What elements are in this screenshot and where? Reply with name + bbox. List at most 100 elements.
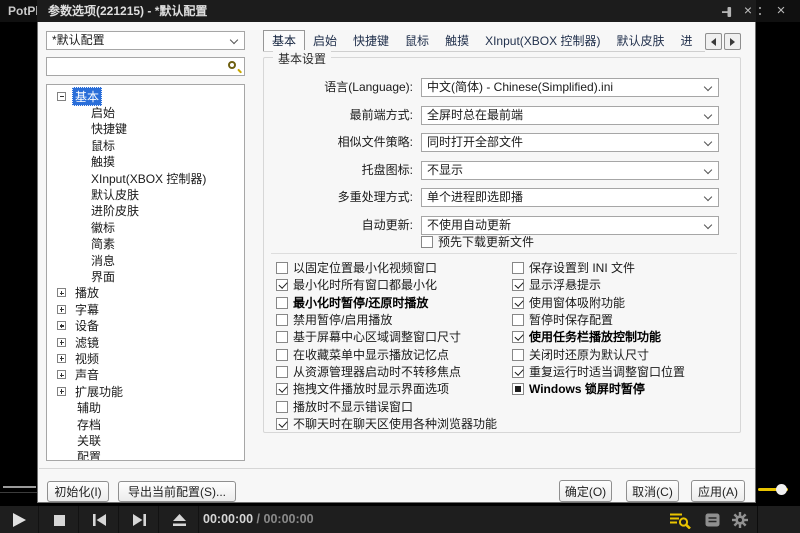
tab-basic[interactable]: 基本	[263, 30, 305, 52]
next-button[interactable]	[130, 514, 148, 526]
checkbox-item[interactable]: 显示浮悬提示	[512, 277, 601, 292]
checkbox-item[interactable]: 禁用暂停/启用播放	[276, 312, 392, 327]
field-label: 最前端方式:	[265, 106, 413, 125]
expand-icon[interactable]	[57, 370, 66, 379]
export-config-button[interactable]: 导出当前配置(S)...	[118, 481, 236, 502]
checkbox-item[interactable]: 重复运行时适当调整窗口位置	[512, 364, 685, 379]
expand-icon[interactable]	[57, 305, 66, 314]
checkbox-item[interactable]: 保存设置到 INI 文件	[512, 260, 635, 275]
apply-button[interactable]: 应用(A)	[691, 480, 745, 502]
settings-searchbox[interactable]	[46, 57, 245, 76]
checkbox-icon	[512, 314, 524, 326]
language-select[interactable]: 中文(简体) - Chinese(Simplified).ini	[421, 78, 719, 97]
cancel-button[interactable]: 取消(C)	[626, 480, 679, 502]
tree-item[interactable]: 启始	[47, 104, 244, 120]
checkbox-item[interactable]: 播放时不显示错误窗口	[276, 399, 413, 414]
pin-icon[interactable]	[721, 5, 733, 17]
tree-item[interactable]: 滤镜	[47, 334, 244, 350]
search-input[interactable]	[49, 59, 224, 74]
checkbox-predownload-update[interactable]: 预先下载更新文件	[421, 234, 534, 249]
tree-item[interactable]: 扩展功能	[47, 383, 244, 399]
eject-button[interactable]	[170, 514, 188, 526]
tab-truncated[interactable]: 进	[672, 31, 700, 51]
tree-item[interactable]: 触摸	[47, 154, 244, 170]
settings-button[interactable]	[731, 512, 749, 528]
tree-item[interactable]: XInput(XBOX 控制器)	[47, 170, 244, 186]
tree-item[interactable]: 简素	[47, 236, 244, 252]
checkbox-item[interactable]: 以固定位置最小化视频窗口	[276, 260, 437, 275]
tree-item[interactable]: 徽标	[47, 219, 244, 235]
field-label: 托盘图标:	[265, 161, 413, 180]
checkbox-label: 预先下载更新文件	[438, 233, 534, 250]
checkbox-icon	[276, 401, 288, 413]
checkbox-item[interactable]: 暂停时保存配置	[512, 312, 613, 327]
tree-item[interactable]: 设备	[47, 317, 244, 333]
checkbox-item[interactable]: 最小化时暂停/还原时播放	[276, 295, 428, 310]
search-icon[interactable]	[228, 61, 236, 69]
tree-item[interactable]: 播放	[47, 285, 244, 301]
tab-scroll-right-button[interactable]	[724, 33, 741, 50]
main-close-button[interactable]: ×	[770, 0, 792, 22]
dialog-titlebar[interactable]: 参数选项(221215) - *默认配置 ×	[37, 0, 756, 22]
playlist-search-button[interactable]	[669, 512, 691, 528]
tab-default-skin[interactable]: 默认皮肤	[608, 31, 672, 51]
tree-item[interactable]: 视频	[47, 350, 244, 366]
tree-item[interactable]: 字幕	[47, 301, 244, 317]
checkbox-item[interactable]: 从资源管理器启动时不转移焦点	[276, 364, 461, 379]
tree-item[interactable]: 消息	[47, 252, 244, 268]
initialize-button[interactable]: 初始化(I)	[47, 481, 109, 502]
tree-item[interactable]: 基本	[47, 88, 244, 104]
tree-item[interactable]: 默认皮肤	[47, 186, 244, 202]
previous-button[interactable]	[90, 514, 108, 526]
multi-instance-select[interactable]: 单个进程即选即播	[421, 188, 719, 207]
checkbox-item[interactable]: 基于屏幕中心区域调整窗口尺寸	[276, 329, 461, 344]
volume-slider-knob[interactable]	[776, 484, 787, 495]
expand-icon[interactable]	[57, 288, 66, 297]
expand-icon[interactable]	[57, 338, 66, 347]
field-label: 相似文件策略:	[265, 133, 413, 152]
checkbox-item[interactable]: 拖拽文件播放时显示界面选项	[276, 381, 449, 396]
tab-startup[interactable]: 启始	[305, 31, 345, 51]
topmost-select[interactable]: 全屏时总在最前端	[421, 106, 719, 125]
tree-item[interactable]: 进阶皮肤	[47, 203, 244, 219]
similar-files-select[interactable]: 同时打开全部文件	[421, 133, 719, 152]
tab-touch[interactable]: 触摸	[437, 31, 477, 51]
expand-icon[interactable]	[57, 354, 66, 363]
dialog-close-button[interactable]: ×	[739, 0, 757, 22]
tree-item[interactable]: 声音	[47, 367, 244, 383]
checkbox-item[interactable]: 在收藏菜单中显示播放记忆点	[276, 347, 449, 362]
expand-icon[interactable]	[57, 387, 66, 396]
tree-item[interactable]: 界面	[47, 268, 244, 284]
gear-icon	[732, 512, 748, 528]
expand-icon[interactable]	[57, 321, 66, 330]
tree-item[interactable]: 快捷键	[47, 121, 244, 137]
profile-select[interactable]: *默认配置	[46, 31, 245, 50]
checkbox-icon	[276, 279, 288, 291]
tree-item[interactable]: 关联	[47, 432, 244, 448]
tab-scroll-left-button[interactable]	[705, 33, 722, 50]
checkbox-item[interactable]: 不聊天时在聊天区使用各种浏览器功能	[276, 416, 497, 431]
tab-hotkeys[interactable]: 快捷键	[345, 31, 397, 51]
stop-button[interactable]	[50, 514, 68, 526]
tree-item[interactable]: 配置	[47, 449, 244, 461]
tree-item[interactable]: 鼠标	[47, 137, 244, 153]
ok-button[interactable]: 确定(O)	[559, 480, 612, 502]
play-button[interactable]	[8, 512, 30, 528]
seekbar[interactable]	[3, 486, 36, 488]
divider	[271, 253, 737, 254]
field-label: 语言(Language):	[265, 78, 413, 97]
tray-icon-select[interactable]: 不显示	[421, 161, 719, 180]
tab-mouse[interactable]: 鼠标	[397, 31, 437, 51]
tree-item[interactable]: 辅助	[47, 399, 244, 415]
checkbox-item[interactable]: 最小化时所有窗口都最小化	[276, 277, 437, 292]
checkbox-item[interactable]: 关闭时还原为默认尺寸	[512, 347, 649, 362]
tree-item[interactable]: 存档	[47, 416, 244, 432]
checkbox-item[interactable]: 使用窗体吸附功能	[512, 295, 625, 310]
time-divider: /	[257, 512, 260, 526]
checkbox-item[interactable]: 使用任务栏播放控制功能	[512, 329, 661, 344]
checkbox-item[interactable]: Windows 锁屏时暂停	[512, 381, 645, 396]
tab-xinput[interactable]: XInput(XBOX 控制器)	[477, 31, 608, 51]
control-panel-button[interactable]	[703, 513, 721, 527]
checkbox-label: 重复运行时适当调整窗口位置	[529, 363, 685, 380]
collapse-icon[interactable]	[57, 92, 66, 101]
